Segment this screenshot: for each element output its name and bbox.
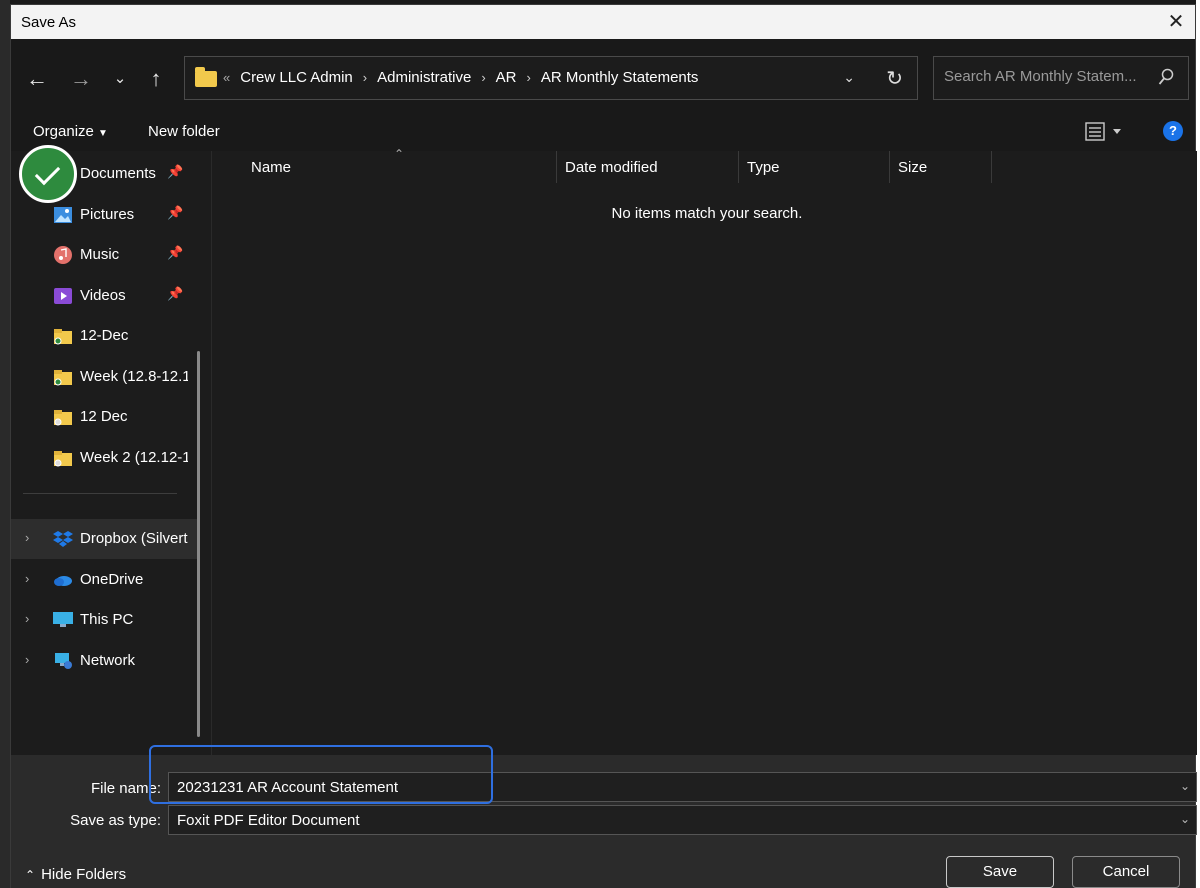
save-as-type-label: Save as type: <box>70 812 161 829</box>
breadcrumb-item[interactable]: AR Monthly Statements <box>541 69 699 86</box>
command-bar: Organize ▼ New folder ? <box>11 113 1195 151</box>
sidebar-item-label: Week 2 (12.12-12 <box>80 449 188 466</box>
new-folder-button[interactable]: New folder <box>148 123 220 140</box>
column-header-name[interactable]: Name <box>251 159 291 176</box>
folder-icon <box>54 410 72 426</box>
sidebar-item-label: 12-Dec <box>80 327 129 344</box>
sidebar-divider <box>23 493 177 494</box>
sidebar-item-label: Dropbox (Silvert <box>80 530 188 547</box>
breadcrumb-separator-icon[interactable]: › <box>363 70 367 85</box>
organize-label: Organize <box>33 123 94 140</box>
chevron-down-icon[interactable]: ⌄ <box>1180 779 1190 793</box>
column-separator[interactable] <box>991 151 992 183</box>
sidebar-item-week-1[interactable]: Week (12.8-12.14 <box>11 357 197 397</box>
window-title: Save As <box>21 14 77 31</box>
sidebar-scrollbar[interactable] <box>197 351 200 737</box>
sort-ascending-icon: ⌃ <box>394 147 405 161</box>
address-bar[interactable]: « Crew LLC Admin › Administrative › AR › AR Mon… <box>184 56 918 100</box>
organize-button[interactable]: Organize ▼ <box>33 123 108 140</box>
breadcrumb-separator-icon[interactable]: › <box>527 70 531 85</box>
close-icon[interactable]: ✕ <box>1163 9 1189 35</box>
this-pc-icon <box>53 612 73 627</box>
pictures-icon <box>54 207 72 223</box>
folder-icon <box>195 67 217 87</box>
success-check-icon <box>19 145 77 203</box>
forward-arrow-icon[interactable]: → <box>68 66 94 92</box>
pin-icon: 📌 <box>167 205 184 220</box>
sidebar-item-onedrive[interactable]: › OneDrive <box>11 560 197 600</box>
save-as-type-select[interactable]: Foxit PDF Editor Document ⌄ <box>168 805 1197 835</box>
sidebar-item-label: Week (12.8-12.14 <box>80 368 188 385</box>
breadcrumb-overflow-icon[interactable]: « <box>223 70 230 85</box>
sidebar-item-label: OneDrive <box>80 571 144 588</box>
hide-folders-label: Hide Folders <box>41 866 127 883</box>
folder-icon <box>54 451 72 467</box>
hide-folders-button[interactable]: ⌃ Hide Folders <box>25 866 126 883</box>
expand-chevron-icon[interactable]: › <box>25 652 29 667</box>
breadcrumb: « Crew LLC Admin › Administrative › AR › AR Mon… <box>223 69 698 86</box>
pin-icon: 📌 <box>167 245 184 260</box>
sidebar-item-12-dec-2[interactable]: 12 Dec <box>11 397 197 437</box>
column-header-date-modified[interactable]: Date modified <box>565 159 658 176</box>
cancel-button[interactable]: Cancel <box>1072 856 1180 888</box>
navigation-bar: ← → ⌄ ↑ « Crew LLC Admin › Administrative › A… <box>11 39 1195 113</box>
network-icon <box>55 653 72 669</box>
empty-message: No items match your search. <box>611 205 803 222</box>
expand-chevron-icon[interactable]: › <box>25 530 29 545</box>
sidebar-item-videos[interactable]: Videos 📌 <box>11 276 197 316</box>
breadcrumb-item[interactable]: Administrative <box>377 69 471 86</box>
breadcrumb-separator-icon[interactable]: › <box>481 70 485 85</box>
onedrive-icon <box>54 576 72 586</box>
view-options-icon[interactable] <box>1085 121 1125 143</box>
expand-chevron-icon[interactable]: › <box>25 611 29 626</box>
search-input[interactable] <box>944 68 1144 85</box>
folder-icon <box>54 329 72 345</box>
sidebar-item-dropbox[interactable]: › Dropbox (Silvert <box>11 519 197 559</box>
recent-locations-chevron-icon[interactable]: ⌄ <box>107 66 133 92</box>
expand-chevron-icon[interactable]: › <box>25 571 29 586</box>
navigation-pane: Documents 📌 Pictures 📌 Music 📌 Videos 📌 … <box>11 151 211 755</box>
column-separator[interactable] <box>738 151 739 183</box>
dropbox-icon <box>53 531 73 547</box>
sidebar-item-week-2[interactable]: Week 2 (12.12-12 <box>11 438 197 478</box>
address-dropdown-icon[interactable]: ⌄ <box>843 69 855 86</box>
file-name-highlight <box>149 745 493 804</box>
search-box[interactable] <box>933 56 1189 100</box>
music-icon <box>54 246 72 264</box>
chevron-down-icon: ▼ <box>98 128 108 139</box>
sidebar-item-network[interactable]: › Network <box>11 641 197 681</box>
sidebar-item-label: Network <box>80 652 136 669</box>
sidebar-item-label: This PC <box>80 611 134 628</box>
pin-icon: 📌 <box>167 286 184 301</box>
save-button[interactable]: Save <box>946 856 1054 888</box>
breadcrumb-item[interactable]: AR <box>496 69 517 86</box>
back-arrow-icon[interactable]: ← <box>24 66 50 92</box>
sidebar-item-12-dec[interactable]: 12-Dec <box>11 316 197 356</box>
save-as-type-value: Foxit PDF Editor Document <box>177 812 360 829</box>
folder-icon <box>54 370 72 386</box>
breadcrumb-item[interactable]: Crew LLC Admin <box>240 69 353 86</box>
help-icon[interactable]: ? <box>1163 121 1183 141</box>
chevron-down-icon[interactable]: ⌄ <box>1180 812 1190 826</box>
column-header-size[interactable]: Size <box>898 159 927 176</box>
title-bar: Save As ✕ <box>11 5 1195 39</box>
column-header-type[interactable]: Type <box>747 159 780 176</box>
column-separator[interactable] <box>889 151 890 183</box>
videos-icon <box>54 288 72 304</box>
search-icon <box>1158 68 1174 85</box>
chevron-up-icon: ⌃ <box>25 868 36 882</box>
pin-icon: 📌 <box>167 164 184 179</box>
column-separator[interactable] <box>556 151 557 183</box>
save-as-dialog: Save As ✕ ← → ⌄ ↑ « Crew LLC Admin › Admini… <box>10 4 1197 888</box>
file-list: ⌃ Name Date modified Type Size No items … <box>212 147 1197 755</box>
refresh-icon[interactable]: ↻ <box>886 66 903 91</box>
sidebar-item-label: 12 Dec <box>80 408 128 425</box>
up-arrow-icon[interactable]: ↑ <box>143 66 169 92</box>
sidebar-item-music[interactable]: Music 📌 <box>11 235 197 275</box>
sidebar-item-this-pc[interactable]: › This PC <box>11 600 197 640</box>
